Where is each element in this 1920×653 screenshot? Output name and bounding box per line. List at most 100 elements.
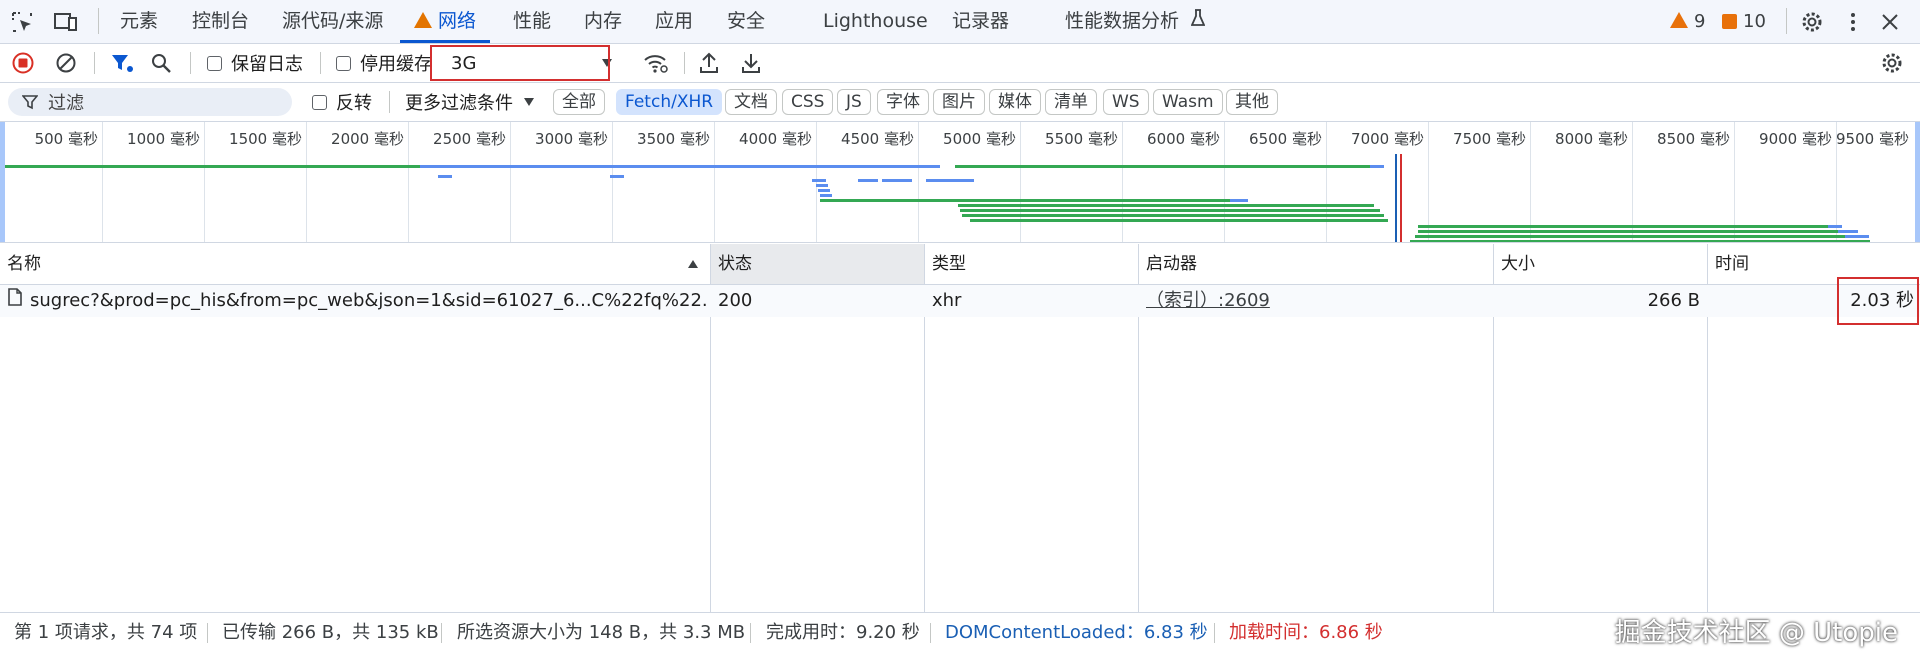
tab-security[interactable]: 安全 <box>727 0 765 43</box>
import-har-upload-icon[interactable] <box>698 52 720 74</box>
type-cell: xhr <box>932 290 962 311</box>
tick-label: 500 毫秒 <box>34 130 98 148</box>
device-toolbar-icon[interactable] <box>54 10 78 34</box>
warnings-icon <box>1670 12 1688 28</box>
waterfall-bar <box>1828 225 1842 228</box>
more-filters-label: 更多过滤条件 <box>405 93 513 114</box>
tick-label: 3500 毫秒 <box>637 130 710 148</box>
waterfall-bar <box>820 194 832 197</box>
column-header-type[interactable]: 类型 <box>925 244 1139 284</box>
statusbar-separator <box>750 623 751 643</box>
column-header-status[interactable]: 状态 <box>711 244 925 284</box>
waterfall-bar <box>962 214 1384 217</box>
tab-network[interactable]: 网络 <box>400 0 491 43</box>
tick-label: 1000 毫秒 <box>127 130 200 148</box>
resources-size: 所选资源大小为 148 B，共 3.3 MB <box>457 622 746 643</box>
network-conditions-wifi-icon[interactable] <box>643 52 669 74</box>
tab-divider-right <box>1786 8 1787 34</box>
timeline-overview[interactable]: 500 毫秒 1000 毫秒 1500 毫秒 2000 毫秒 2500 毫秒 3… <box>0 122 1920 243</box>
column-header-size[interactable]: 大小 <box>1494 244 1708 284</box>
document-icon <box>8 285 22 317</box>
waterfall-bar <box>1838 230 1858 233</box>
overview-right-handle[interactable] <box>1915 122 1920 242</box>
waterfall-bar <box>958 204 1374 207</box>
tab-performance-insights[interactable]: 性能数据分析 <box>1065 0 1206 43</box>
clear-icon[interactable] <box>55 52 77 74</box>
more-options-icon[interactable] <box>1843 10 1863 34</box>
column-header-name[interactable]: 名称 <box>0 244 711 284</box>
filter-input[interactable]: 过滤 <box>8 88 292 116</box>
issues-icon <box>1722 14 1737 29</box>
waterfall-bar <box>1370 165 1384 168</box>
waterfall-bar <box>960 209 1380 212</box>
settings-gear-icon[interactable] <box>1800 10 1824 34</box>
waterfall-bar <box>955 165 1370 168</box>
export-har-download-icon[interactable] <box>740 52 762 74</box>
request-count: 第 1 项请求，共 74 项 <box>14 622 198 643</box>
table-row[interactable]: sugrec?&prod=pc_his&from=pc_web&json=1&s… <box>0 285 1920 317</box>
type-chip-other[interactable]: 其他 <box>1226 89 1278 115</box>
close-devtools-icon[interactable] <box>1878 10 1902 34</box>
waterfall-bar <box>818 189 830 192</box>
type-chip-css[interactable]: CSS <box>782 89 834 115</box>
tick-label: 5000 毫秒 <box>943 130 1016 148</box>
request-table-header: 名称 状态 类型 启动器 大小 时间 <box>0 244 1920 285</box>
waterfall-bar <box>926 179 974 182</box>
initiator-link[interactable]: （索引）:2609 <box>1146 285 1486 317</box>
preserve-log-toggle[interactable]: 保留日志 <box>207 44 303 82</box>
tab-divider <box>98 8 99 34</box>
request-name-cell[interactable]: sugrec?&prod=pc_his&from=pc_web&json=1&s… <box>8 285 708 317</box>
filter-funnel-icon[interactable] <box>110 52 134 74</box>
disable-cache-checkbox[interactable] <box>336 55 351 71</box>
tab-memory[interactable]: 内存 <box>584 0 622 43</box>
tab-sources[interactable]: 源代码/来源 <box>282 0 383 43</box>
type-chip-font[interactable]: 字体 <box>877 89 929 115</box>
toolbar-separator <box>190 52 191 74</box>
sort-ascending-icon[interactable] <box>686 258 700 270</box>
tab-recorder[interactable]: 记录器 <box>952 0 1009 43</box>
invert-label: 反转 <box>336 93 372 114</box>
type-chip-all[interactable]: 全部 <box>553 89 605 115</box>
invert-toggle[interactable]: 反转 <box>312 83 372 121</box>
waterfall-bar <box>816 184 828 187</box>
tab-application[interactable]: 应用 <box>655 0 693 43</box>
network-settings-gear-icon[interactable] <box>1880 52 1904 74</box>
type-chip-ws[interactable]: WS <box>1103 89 1149 115</box>
throttling-highlight-box <box>430 45 610 81</box>
tick-label: 6500 毫秒 <box>1249 130 1322 148</box>
type-chip-manifest[interactable]: 清单 <box>1045 89 1097 115</box>
tab-elements[interactable]: 元素 <box>120 0 158 43</box>
tab-lighthouse[interactable]: Lighthouse <box>823 0 928 43</box>
type-chip-media[interactable]: 媒体 <box>989 89 1041 115</box>
invert-checkbox[interactable] <box>312 94 327 110</box>
waterfall-bar <box>610 175 624 178</box>
type-chip-image[interactable]: 图片 <box>933 89 985 115</box>
dom-content-loaded-marker <box>1395 154 1397 242</box>
tick-label: 7000 毫秒 <box>1351 130 1424 148</box>
waterfall-bar <box>420 165 940 168</box>
tab-performance[interactable]: 性能 <box>513 0 551 43</box>
issues-counter[interactable]: 10 <box>1722 0 1766 43</box>
type-chip-js[interactable]: JS <box>837 89 871 115</box>
type-chip-fetch-xhr[interactable]: Fetch/XHR <box>616 89 723 115</box>
tick-label: 9000 毫秒 <box>1759 130 1832 148</box>
disable-cache-toggle[interactable]: 停用缓存 <box>336 44 432 82</box>
waterfall-bar <box>1415 235 1845 238</box>
tab-console[interactable]: 控制台 <box>192 0 249 43</box>
load-event-marker <box>1400 154 1402 242</box>
inspect-element-icon[interactable] <box>10 10 34 34</box>
preserve-log-checkbox[interactable] <box>207 55 222 71</box>
more-filters-dropdown[interactable]: 更多过滤条件 <box>405 83 535 121</box>
type-chip-wasm[interactable]: Wasm <box>1153 89 1223 115</box>
tick-label: 8500 毫秒 <box>1657 130 1730 148</box>
dom-content-loaded-time: DOMContentLoaded：6.83 秒 <box>945 622 1208 643</box>
warnings-counter[interactable]: 9 <box>1670 0 1705 43</box>
tick-label: 2500 毫秒 <box>433 130 506 148</box>
statusbar-separator <box>441 623 442 643</box>
toolbar-separator <box>94 52 95 74</box>
stop-recording-icon[interactable] <box>12 52 34 74</box>
type-chip-document[interactable]: 文档 <box>725 89 777 115</box>
column-header-initiator[interactable]: 启动器 <box>1139 244 1494 284</box>
search-icon[interactable] <box>150 52 172 74</box>
network-filter-bar: 过滤 反转 更多过滤条件 全部 Fetch/XHR 文档 CSS JS 字体 图… <box>0 83 1920 122</box>
